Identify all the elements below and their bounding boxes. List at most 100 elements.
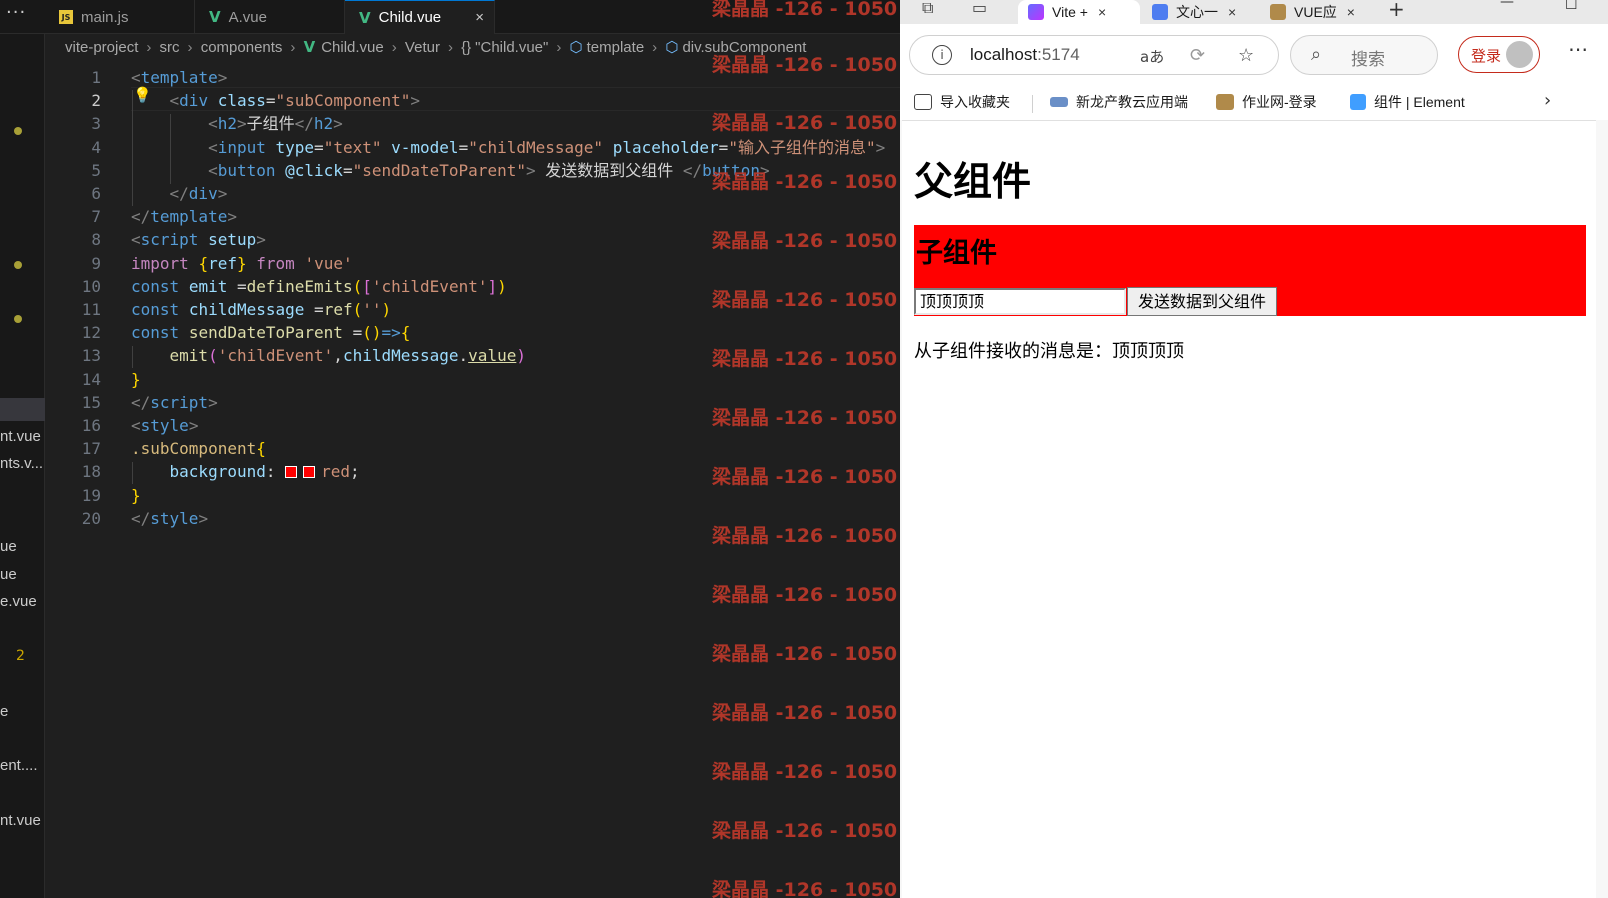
modified-dot-icon: [14, 315, 22, 323]
color-swatch-icon[interactable]: [285, 466, 298, 479]
child-title: 子组件: [916, 238, 997, 269]
received-message: 从子组件接收的消息是：顶顶顶顶: [914, 337, 1184, 363]
login-label: 登录: [1471, 48, 1502, 65]
close-tab-icon[interactable]: ×: [1098, 4, 1106, 20]
explorer-item[interactable]: ue: [0, 538, 17, 555]
favorite-label: 组件 | Element: [1374, 94, 1465, 110]
explorer-item[interactable]: e.vue: [0, 593, 37, 610]
modified-dot-icon: [14, 261, 22, 269]
braces-icon: {}: [461, 39, 472, 56]
breadcrumb-item[interactable]: template: [587, 39, 645, 56]
explorer-item[interactable]: e: [0, 703, 8, 720]
received-label: 从子组件接收的消息是：: [914, 341, 1112, 362]
breadcrumb-item[interactable]: Vetur: [405, 39, 440, 56]
avatar: [1506, 41, 1533, 68]
import-icon: [914, 94, 932, 110]
tab-a-vue[interactable]: V A.vue: [195, 0, 345, 34]
minimize-button[interactable]: —: [1500, 0, 1514, 10]
search-input[interactable]: ⌕ 搜索: [1290, 35, 1438, 75]
tab-label: Child.vue: [378, 9, 442, 26]
editor-tab-bar: ··· JS main.js V A.vue V Child.vue ×: [0, 0, 900, 34]
cube-icon: ⬡: [665, 39, 679, 56]
page-viewport: 父组件 子组件 顶顶顶顶 发送数据到父组件 从子组件接收的消息是：顶顶顶顶: [902, 120, 1596, 898]
favorite-import[interactable]: 导入收藏夹: [914, 92, 1010, 112]
js-file-icon: JS: [59, 10, 73, 24]
child-component: 子组件 顶顶顶顶 发送数据到父组件: [914, 225, 1586, 316]
favorite-zuoye[interactable]: 作业网-登录: [1216, 92, 1317, 112]
color-swatch-icon[interactable]: [303, 466, 316, 479]
explorer-item[interactable]: ent....: [0, 757, 38, 774]
problems-count-badge: 2: [16, 648, 25, 664]
breadcrumb: vite-project › src › components › V Child.vu…: [65, 38, 807, 56]
cube-icon: ⬡: [569, 39, 583, 56]
code-editor-window: nt.vue nts.v... ue ue e.vue 2 e ent.... …: [0, 0, 900, 898]
favorite-xinlong[interactable]: 新龙产教云应用端: [1050, 92, 1188, 112]
received-value: 顶顶顶顶: [1112, 341, 1184, 362]
favorite-star-icon[interactable]: ☆: [1238, 45, 1254, 66]
close-tab-icon[interactable]: ×: [475, 9, 484, 26]
favorite-label: 导入收藏夹: [940, 94, 1010, 110]
breadcrumb-item[interactable]: Child.vue: [321, 39, 384, 56]
chevron-right-icon[interactable]: ›: [1544, 90, 1551, 111]
breadcrumb-item[interactable]: div.subComponent: [682, 39, 806, 56]
url-field[interactable]: i localhost:5174 aあ ⟳ ☆: [909, 35, 1279, 75]
child-message-input[interactable]: 顶顶顶顶: [914, 288, 1126, 315]
login-button[interactable]: 登录: [1458, 36, 1540, 73]
tab-child-vue[interactable]: V Child.vue ×: [345, 0, 495, 34]
more-menu-icon[interactable]: ⋯: [1568, 37, 1589, 61]
browser-tab-label: 文心一: [1176, 4, 1218, 20]
cloud-icon: [1050, 97, 1068, 107]
browser-window: ⧉ ▭ Vite + × 文心一 × VUE应 × + — ☐ i localh…: [900, 0, 1608, 898]
browser-tab-wenxin[interactable]: 文心一 ×: [1150, 0, 1260, 24]
parent-title: 父组件: [914, 160, 1032, 205]
page-thumbnail-icon: [1216, 94, 1234, 110]
url-host: localhost: [970, 45, 1038, 64]
browser-tab-label: Vite +: [1052, 4, 1088, 20]
breadcrumb-item[interactable]: src: [160, 39, 180, 56]
url-port: :5174: [1037, 45, 1080, 64]
search-icon: ⌕: [1311, 44, 1322, 65]
close-tab-icon[interactable]: ×: [1347, 4, 1355, 20]
send-to-parent-button[interactable]: 发送数据到父组件: [1127, 287, 1277, 316]
maximize-button[interactable]: ☐: [1565, 0, 1578, 13]
tab-label: A.vue: [228, 8, 267, 26]
address-bar: i localhost:5174 aあ ⟳ ☆ ⌕ 搜索 登录 ⋯: [900, 24, 1608, 86]
explorer-item[interactable]: nt.vue: [0, 812, 41, 829]
vite-logo-icon: [1028, 4, 1044, 20]
refresh-icon[interactable]: ⟳: [1190, 45, 1205, 66]
explorer-item[interactable]: nts.v...: [0, 455, 43, 472]
code-area[interactable]: 💡 1 <template> 2 <div class="subComponent…: [45, 66, 900, 898]
browser-tab-label: VUE应: [1294, 4, 1337, 20]
wenxin-logo-icon: [1152, 4, 1168, 20]
more-actions-icon[interactable]: ···: [6, 2, 26, 23]
tab-actions-icon[interactable]: ▭: [972, 0, 987, 17]
breadcrumb-item[interactable]: components: [201, 39, 283, 56]
favorite-element[interactable]: 组件 | Element: [1350, 92, 1465, 112]
breadcrumb-item[interactable]: "Child.vue": [475, 39, 548, 56]
browser-tab-strip: ⧉ ▭ Vite + × 文心一 × VUE应 × + — ☐: [900, 0, 1608, 24]
explorer-item[interactable]: nt.vue: [0, 428, 41, 445]
vue-file-icon: V: [209, 8, 221, 26]
breadcrumb-item[interactable]: vite-project: [65, 39, 138, 56]
workspaces-icon[interactable]: ⧉: [922, 0, 933, 18]
favorites-bar: 导入收藏夹 新龙产教云应用端 作业网-登录 组件 | Element ›: [900, 86, 1608, 120]
read-aloud-icon[interactable]: aあ: [1140, 46, 1164, 67]
explorer-sidebar: nt.vue nts.v... ue ue e.vue 2 e ent.... …: [0, 0, 45, 898]
modified-dot-icon: [14, 127, 22, 135]
tab-main-js[interactable]: JS main.js: [45, 0, 195, 34]
favorite-label: 作业网-登录: [1242, 94, 1317, 110]
favorite-label: 新龙产教云应用端: [1076, 94, 1188, 110]
tab-label: main.js: [81, 8, 129, 26]
page-thumbnail-icon: [1270, 4, 1286, 20]
vue-file-icon: V: [303, 38, 316, 56]
explorer-selected-item[interactable]: [0, 398, 45, 421]
browser-tab-vite[interactable]: Vite + ×: [1018, 0, 1140, 24]
info-icon[interactable]: i: [932, 45, 952, 65]
element-logo-icon: [1350, 94, 1366, 110]
vue-file-icon: V: [359, 8, 371, 27]
explorer-item[interactable]: ue: [0, 566, 17, 583]
browser-tab-vue[interactable]: VUE应 ×: [1268, 0, 1374, 24]
search-placeholder: 搜索: [1351, 50, 1385, 69]
new-tab-button[interactable]: +: [1388, 0, 1405, 21]
close-tab-icon[interactable]: ×: [1228, 4, 1236, 20]
